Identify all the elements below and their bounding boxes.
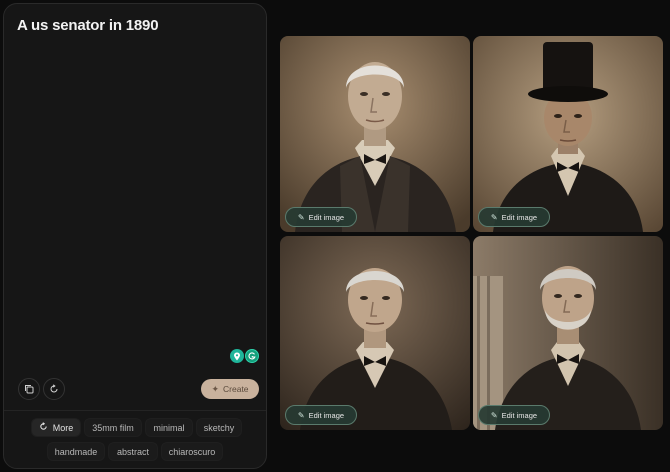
- prompt-panel: A us senator in 1890 ✦ Create More 35mm …: [3, 3, 267, 469]
- edit-image-label: Edit image: [308, 410, 345, 420]
- generated-image[interactable]: ✎ Edit image: [280, 236, 470, 430]
- portrait-image: [473, 236, 663, 430]
- create-button-label: Create: [223, 384, 249, 394]
- pencil-icon: ✎: [297, 212, 305, 222]
- divider: [4, 410, 266, 411]
- pencil-icon: ✎: [297, 410, 305, 420]
- edit-image-button[interactable]: ✎ Edit image: [478, 207, 550, 227]
- edit-image-label: Edit image: [501, 410, 538, 420]
- edit-image-label: Edit image: [501, 212, 538, 222]
- suggestion-chip[interactable]: sketchy: [196, 418, 242, 437]
- edit-image-label: Edit image: [308, 212, 345, 222]
- more-label: More: [52, 422, 74, 433]
- location-pin-icon[interactable]: [230, 349, 244, 363]
- suggestion-chip[interactable]: minimal: [145, 418, 193, 437]
- edit-image-button[interactable]: ✎ Edit image: [285, 207, 357, 227]
- reset-icon: [49, 384, 59, 394]
- edit-image-button[interactable]: ✎ Edit image: [285, 405, 357, 425]
- sparkle-icon: ✦: [211, 383, 220, 394]
- copy-icon: [24, 384, 34, 394]
- create-button[interactable]: ✦ Create: [201, 379, 259, 399]
- prompt-text[interactable]: A us senator in 1890: [17, 17, 159, 34]
- generated-image[interactable]: ✎ Edit image: [473, 236, 663, 430]
- grammarly-icon[interactable]: [245, 349, 259, 363]
- suggestion-chip[interactable]: abstract: [108, 442, 158, 461]
- generated-image[interactable]: ✎ Edit image: [280, 36, 470, 232]
- pencil-icon: ✎: [490, 212, 498, 222]
- portrait-image: [473, 36, 663, 232]
- suggestion-chip[interactable]: handmade: [47, 442, 105, 461]
- extension-icons: [230, 349, 260, 363]
- portrait-image: [280, 36, 470, 232]
- portrait-image: [280, 236, 470, 430]
- more-button[interactable]: More: [31, 418, 81, 437]
- refresh-icon: [39, 422, 48, 433]
- copy-button[interactable]: [18, 378, 40, 400]
- pencil-icon: ✎: [490, 410, 498, 420]
- suggestion-chip[interactable]: chiaroscuro: [161, 442, 223, 461]
- generated-image[interactable]: ✎ Edit image: [473, 36, 663, 232]
- suggestion-chip[interactable]: 35mm film: [84, 418, 142, 437]
- reset-button[interactable]: [43, 378, 65, 400]
- edit-image-button[interactable]: ✎ Edit image: [478, 405, 550, 425]
